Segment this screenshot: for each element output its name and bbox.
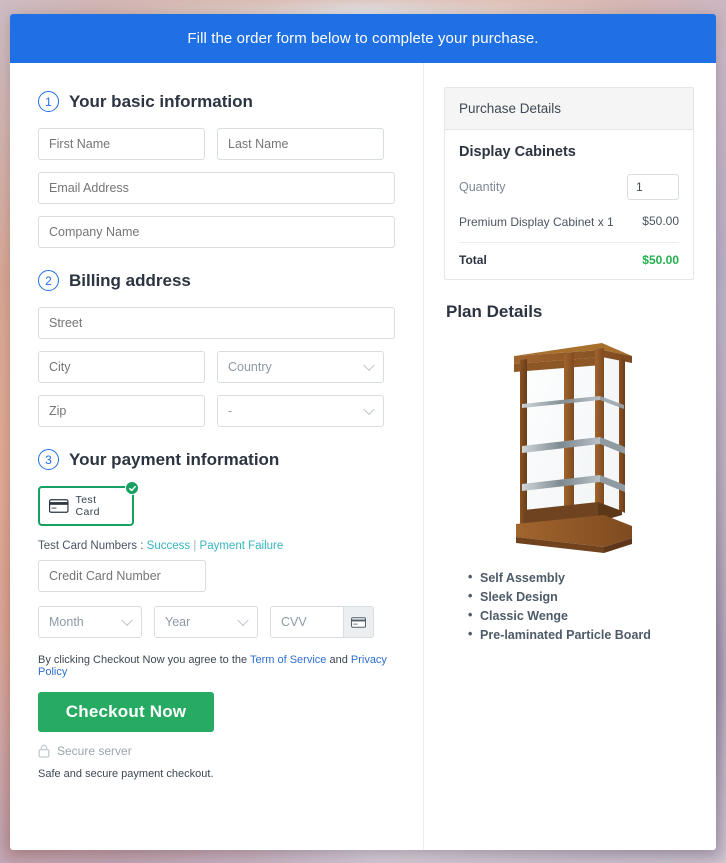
name-row xyxy=(38,128,395,160)
terms-notice: By clicking Checkout Now you agree to th… xyxy=(38,654,395,678)
product-image-wrapper xyxy=(444,328,694,571)
city-country-row: Country xyxy=(38,351,395,383)
section-billing-address-header: 2 Billing address xyxy=(38,270,395,291)
state-select[interactable]: - xyxy=(217,395,384,427)
terms-and: and xyxy=(329,654,348,666)
purchase-details-panel: Purchase Details Display Cabinets Quanti… xyxy=(444,87,694,281)
test-card-success-link[interactable]: Success xyxy=(147,540,190,552)
purchase-details-header: Purchase Details xyxy=(445,88,693,130)
term-of-service-link[interactable]: Term of Service xyxy=(250,654,326,666)
form-column: 1 Your basic information 2 Billing addre… xyxy=(10,63,424,850)
list-item: Classic Wenge xyxy=(468,608,694,623)
secure-server-label: Secure server xyxy=(57,744,132,758)
line-item-row: Premium Display Cabinet x 1 $50.00 xyxy=(459,214,679,244)
chevron-down-icon xyxy=(237,614,249,627)
total-label: Total xyxy=(459,253,487,268)
credit-card-icon xyxy=(49,499,69,513)
cvv-input[interactable]: CVV xyxy=(271,607,343,637)
quantity-input[interactable] xyxy=(627,174,679,200)
payment-method-test-card[interactable]: Test Card xyxy=(38,481,139,526)
zip-state-row: - xyxy=(38,395,395,427)
line-item-description: Premium Display Cabinet x 1 xyxy=(459,215,614,229)
expiry-year-value: Year xyxy=(165,615,191,629)
street-input[interactable] xyxy=(38,307,395,339)
payment-methods: Test Card xyxy=(38,481,395,526)
section-billing-address-title: Billing address xyxy=(69,270,191,290)
checkout-now-button[interactable]: Checkout Now xyxy=(38,692,214,732)
country-select-value: Country xyxy=(228,360,272,374)
test-card-numbers-label: Test Card Numbers : xyxy=(38,540,144,552)
expiry-cvv-row: Month Year CVV xyxy=(38,606,395,638)
content-columns: 1 Your basic information 2 Billing addre… xyxy=(10,63,716,850)
last-name-input[interactable] xyxy=(217,128,384,160)
terms-prefix: By clicking Checkout Now you agree to th… xyxy=(38,654,248,666)
expiry-year-select[interactable]: Year xyxy=(154,606,258,638)
list-item: Pre-laminated Particle Board xyxy=(468,627,694,642)
plan-details-title: Plan Details xyxy=(446,302,543,322)
test-card-numbers: Test Card Numbers : Success | Payment Fa… xyxy=(38,540,395,552)
total-value: $50.00 xyxy=(642,253,679,268)
street-row xyxy=(38,307,395,339)
cvv-help-button[interactable] xyxy=(343,607,373,637)
expiry-month-select[interactable]: Month xyxy=(38,606,142,638)
product-name: Display Cabinets xyxy=(459,144,576,160)
checkout-page: Fill the order form below to complete yo… xyxy=(10,14,716,850)
chevron-down-icon xyxy=(363,359,375,372)
email-row xyxy=(38,172,395,204)
plan-features-list: Self Assembly Sleek Design Classic Wenge… xyxy=(468,570,694,642)
chevron-down-icon xyxy=(363,403,375,416)
credit-card-number-input[interactable] xyxy=(38,560,206,592)
test-card-failure-link[interactable]: Payment Failure xyxy=(200,540,284,552)
city-input[interactable] xyxy=(38,351,205,383)
display-cabinet-image xyxy=(514,343,632,554)
cvv-field-group: CVV xyxy=(270,606,374,638)
company-row xyxy=(38,216,395,248)
section-payment-information-header: 3 Your payment information xyxy=(38,449,395,470)
line-item-price: $50.00 xyxy=(642,214,679,228)
step-number-1: 1 xyxy=(38,91,59,112)
step-number-3: 3 xyxy=(38,449,59,470)
country-select[interactable]: Country xyxy=(217,351,384,383)
step-number-2: 2 xyxy=(38,270,59,291)
state-select-value: - xyxy=(228,404,233,418)
payment-method-label: Test Card xyxy=(75,494,100,518)
total-row: Total $50.00 xyxy=(459,253,679,267)
list-item: Sleek Design xyxy=(468,589,694,604)
expiry-month-value: Month xyxy=(49,615,84,629)
zip-input[interactable] xyxy=(38,395,205,427)
secure-server-note: Secure server xyxy=(38,744,395,758)
section-basic-information-header: 1 Your basic information xyxy=(38,91,395,112)
lock-icon xyxy=(38,744,50,758)
list-item: Self Assembly xyxy=(468,570,694,585)
credit-card-icon xyxy=(351,616,366,628)
company-name-input[interactable] xyxy=(38,216,395,248)
link-separator: | xyxy=(193,540,197,552)
check-circle-icon xyxy=(125,481,139,495)
quantity-label: Quantity xyxy=(459,180,506,194)
purchase-details-body: Display Cabinets Quantity Premium Displa… xyxy=(445,130,693,279)
section-basic-information-title: Your basic information xyxy=(69,91,253,111)
first-name-input[interactable] xyxy=(38,128,205,160)
section-payment-information-title: Your payment information xyxy=(69,449,280,469)
chevron-down-icon xyxy=(121,614,133,627)
summary-column: Purchase Details Display Cabinets Quanti… xyxy=(424,63,716,850)
safe-checkout-note: Safe and secure payment checkout. xyxy=(38,768,214,780)
page-banner: Fill the order form below to complete yo… xyxy=(10,14,716,63)
email-input[interactable] xyxy=(38,172,395,204)
quantity-row: Quantity xyxy=(459,174,679,200)
